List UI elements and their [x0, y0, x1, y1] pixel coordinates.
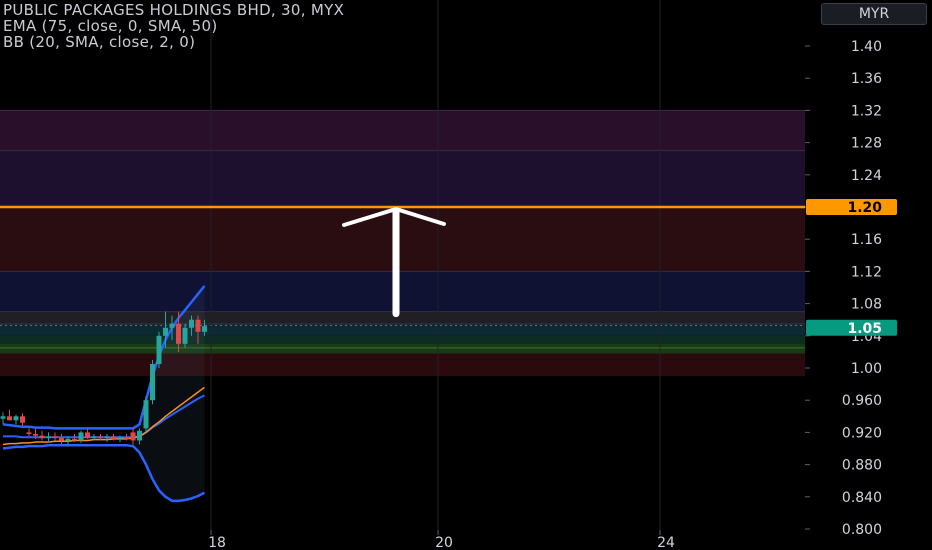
x-tick-label: 18 — [208, 535, 226, 550]
level-price-badge: 1.20 — [847, 200, 882, 216]
y-tick-label: 1.28 — [851, 136, 882, 152]
candle-body — [85, 432, 90, 439]
symbol-title[interactable]: PUBLIC PACKAGES HOLDINGS BHD, 30, MYX — [3, 2, 344, 18]
candle-body — [39, 435, 45, 439]
candle-body — [130, 432, 136, 441]
candle-body — [0, 416, 6, 419]
candle-body — [202, 326, 207, 332]
y-tick-label: 1.08 — [851, 297, 882, 313]
zones-layer — [0, 109, 805, 377]
candle-body — [169, 323, 175, 328]
y-tick-label: 0.920 — [842, 425, 882, 441]
candle-body — [111, 436, 116, 439]
chart-legend: PUBLIC PACKAGES HOLDINGS BHD, 30, MYX EM… — [3, 2, 344, 50]
y-tick-label: 1.16 — [851, 232, 882, 248]
candle-body — [176, 323, 181, 344]
y-tick-label: 1.12 — [851, 264, 882, 280]
bb-legend[interactable]: BB (20, SMA, close, 2, 0) — [3, 34, 344, 50]
zone-band — [0, 353, 805, 377]
y-tick-label: 1.24 — [851, 168, 882, 184]
candle-body — [33, 434, 38, 436]
price-chart[interactable]: 1.401.361.321.281.241.201.161.121.081.04… — [0, 0, 932, 550]
candle-body — [26, 432, 32, 435]
candle-body — [46, 436, 51, 439]
candle-body — [182, 327, 188, 344]
candle-body — [124, 437, 129, 439]
y-tick-label: 1.32 — [851, 103, 882, 119]
candle-body — [137, 430, 142, 441]
candle-body — [91, 436, 97, 439]
candle-body — [163, 327, 168, 336]
candle-body — [104, 436, 110, 439]
candle-body — [72, 438, 77, 441]
y-tick-label: 0.800 — [842, 522, 882, 538]
candle-body — [150, 363, 155, 401]
candle-body — [195, 319, 201, 332]
y-tick-label: 1.40 — [851, 39, 882, 55]
candle-body — [65, 438, 71, 441]
candle-body — [117, 437, 123, 439]
candle-body — [13, 416, 19, 421]
zone-band — [0, 150, 805, 207]
zone-band — [0, 311, 805, 324]
candle-body — [78, 432, 84, 441]
zone-band — [0, 207, 805, 272]
y-tick-label: 0.840 — [842, 490, 882, 506]
zone-band — [0, 271, 805, 312]
candle-body — [59, 438, 64, 441]
y-tick-label: 1.36 — [851, 71, 882, 87]
time-axis-bg — [0, 531, 805, 550]
last-price-badge: 1.05 — [847, 321, 882, 337]
candle-body — [156, 335, 162, 364]
candle-body — [189, 319, 194, 328]
zone-band — [0, 335, 805, 344]
currency-button[interactable]: MYR — [821, 3, 927, 25]
candle-body — [52, 436, 58, 439]
candle-body — [143, 400, 149, 429]
ema-legend[interactable]: EMA (75, close, 0, SMA, 50) — [3, 18, 344, 34]
candle-body — [7, 416, 12, 421]
candle-body — [98, 436, 103, 439]
zone-band — [0, 343, 805, 354]
zone-band — [0, 110, 805, 151]
y-tick-label: 0.960 — [842, 393, 882, 409]
y-tick-label: 0.880 — [842, 458, 882, 474]
time-axis[interactable]: 18 20 24 — [0, 530, 805, 550]
x-tick-label: 24 — [657, 535, 675, 550]
price-axis[interactable]: 1.401.361.321.281.241.201.161.121.081.04… — [805, 0, 932, 550]
x-tick-label: 20 — [435, 535, 453, 550]
candle-body — [20, 416, 25, 423]
y-tick-label: 1.00 — [851, 361, 882, 377]
